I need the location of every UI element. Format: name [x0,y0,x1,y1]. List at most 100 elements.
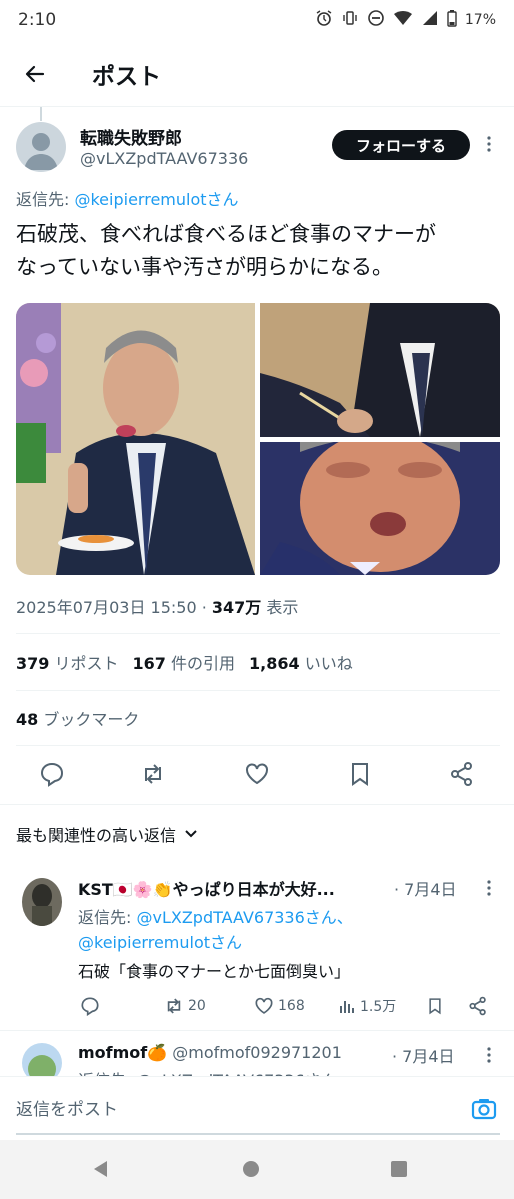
thread-connector-line [40,107,42,121]
like-button[interactable]: 168 [254,991,305,1021]
like-count: 168 [278,998,305,1014]
quotes-label: 件の引用 [165,654,235,673]
divider [16,745,500,746]
bookmarks-count: 48 [16,710,39,729]
share-button[interactable] [448,760,476,788]
replying-prefix: 返信先: [78,908,137,927]
more-options-icon[interactable] [484,878,494,898]
media-photo-3[interactable] [260,442,500,575]
dnd-icon [367,9,385,31]
views-count: 1.5万 [360,999,397,1015]
status-icons: 17% [315,9,496,31]
reply-icon [40,762,64,787]
retweet-icon [167,998,181,1014]
author-name[interactable]: 転職失敗野郎 [80,124,182,149]
follow-button[interactable]: フォローする [332,130,470,160]
tweet-actions [16,756,500,792]
nav-back-icon[interactable] [90,1158,112,1180]
reply-replying-to-cont: @keipierremulotさん [78,929,242,953]
tweet-author: 転職失敗野郎 @vLXZpdTAAV67336 フォローする [16,122,500,178]
mention-link[interactable]: @vLXZpdTAAV67336さん、 [136,908,352,927]
top-bar: ポスト [0,48,514,100]
divider [0,804,514,805]
reply-button[interactable] [38,760,66,788]
divider [0,106,514,107]
reply-author-name[interactable]: mofmof🍊 @mofmof092971201 [78,1043,342,1062]
reposts-label: リポスト [49,654,119,673]
heart-icon [255,997,273,1014]
views-count: 347万 [211,598,262,617]
views-button[interactable]: 1.5万 [338,991,396,1021]
bookmark-button[interactable] [426,991,444,1021]
media-photo-1[interactable] [16,303,255,575]
tweet-text: 石破茂、食べれば食べるほど食事のマナーが なっていない事や汚さが明らかになる。 [16,218,500,284]
battery-percent: 17% [464,12,496,28]
retweet-icon [145,764,161,784]
tweet-text-line: 石破茂、食べれば食べるほど食事のマナーが [16,222,436,246]
heart-icon [246,763,268,785]
reply-author-handle: @mofmof092971201 [167,1043,342,1062]
avatar[interactable] [22,878,62,926]
media-grid [16,303,500,575]
like-button[interactable] [243,760,271,788]
reply-actions: 20 168 1.5万 [78,991,496,1021]
divider [16,690,500,691]
status-time: 2:10 [18,10,57,30]
back-button[interactable] [20,59,50,89]
engagement-stats: 379 リポスト 167 件の引用 1,864 いいね [16,650,353,674]
divider [16,633,500,634]
more-options-icon[interactable] [484,134,494,154]
more-options-icon[interactable] [484,1045,494,1065]
reply-button[interactable] [80,991,100,1021]
share-button[interactable] [468,991,488,1021]
share-icon [469,996,486,1016]
bookmark-icon [352,763,368,786]
likes-stat[interactable]: 1,864 いいね [249,650,353,674]
bookmarks-label: ブックマーク [38,710,140,729]
reply-replying-to: 返信先: @vLXZpdTAAV67336さん、 [78,904,353,928]
nav-recents-icon[interactable] [388,1158,410,1180]
retweet-button[interactable]: 20 [164,991,206,1021]
share-icon [451,762,472,786]
chevron-down-icon [185,830,197,838]
likes-count: 1,864 [249,654,300,673]
reply-sort-label: 最も関連性の高い返信 [16,826,177,845]
reply-icon [81,997,99,1016]
reply-composer[interactable]: 返信をポスト [0,1076,514,1140]
quotes-count: 167 [132,654,166,673]
reply-timestamp[interactable]: · 7月4日 [394,876,457,900]
alarm-icon [315,9,333,31]
bookmarks-stat[interactable]: 48 ブックマーク [16,706,139,730]
replying-prefix: 返信先: [16,190,75,209]
views-label: 表示 [261,598,299,617]
tweet-text-line: なっていない事や汚さが明らかになる。 [16,255,393,279]
quotes-stat[interactable]: 167 件の引用 [133,650,236,674]
avatar[interactable] [16,122,66,172]
reply-sort-dropdown[interactable]: 最も関連性の高い返信 [16,822,198,846]
camera-icon[interactable] [470,1095,498,1123]
mention-link[interactable]: @keipierremulotさん [78,933,242,952]
bookmark-icon [429,998,441,1015]
reposts-count: 379 [16,654,50,673]
media-photo-2[interactable] [260,303,500,437]
mention-link[interactable]: @keipierremulotさん [74,190,238,209]
reply-item[interactable]: KST🇯🇵🌸👏やっぱり日本が大好... · 7月4日 返信先: @vLXZpdT… [0,876,514,1026]
author-handle[interactable]: @vLXZpdTAAV67336 [80,149,248,168]
reply-author-name[interactable]: KST🇯🇵🌸👏やっぱり日本が大好... [78,876,335,900]
reply-input[interactable]: 返信をポスト [16,1095,118,1120]
reposts-stat[interactable]: 379 リポスト [16,650,119,674]
reply-replying-to: 返信先: @vLXZpdTAAV67336さん、 [78,1067,353,1076]
retweet-count: 20 [188,998,206,1014]
vibrate-icon [341,9,359,31]
views-icon [340,1001,354,1013]
divider [0,1030,514,1031]
bookmark-button[interactable] [346,760,374,788]
battery-icon [447,9,457,31]
reply-timestamp[interactable]: · 7月4日 [392,1043,455,1067]
likes-label: いいね [299,654,353,673]
reply-item[interactable]: mofmof🍊 @mofmof092971201 · 7月4日 返信先: @vL… [0,1043,514,1076]
nav-home-icon[interactable] [240,1158,262,1180]
retweet-button[interactable] [139,760,167,788]
page-title: ポスト [92,64,161,90]
avatar[interactable] [22,1043,62,1076]
